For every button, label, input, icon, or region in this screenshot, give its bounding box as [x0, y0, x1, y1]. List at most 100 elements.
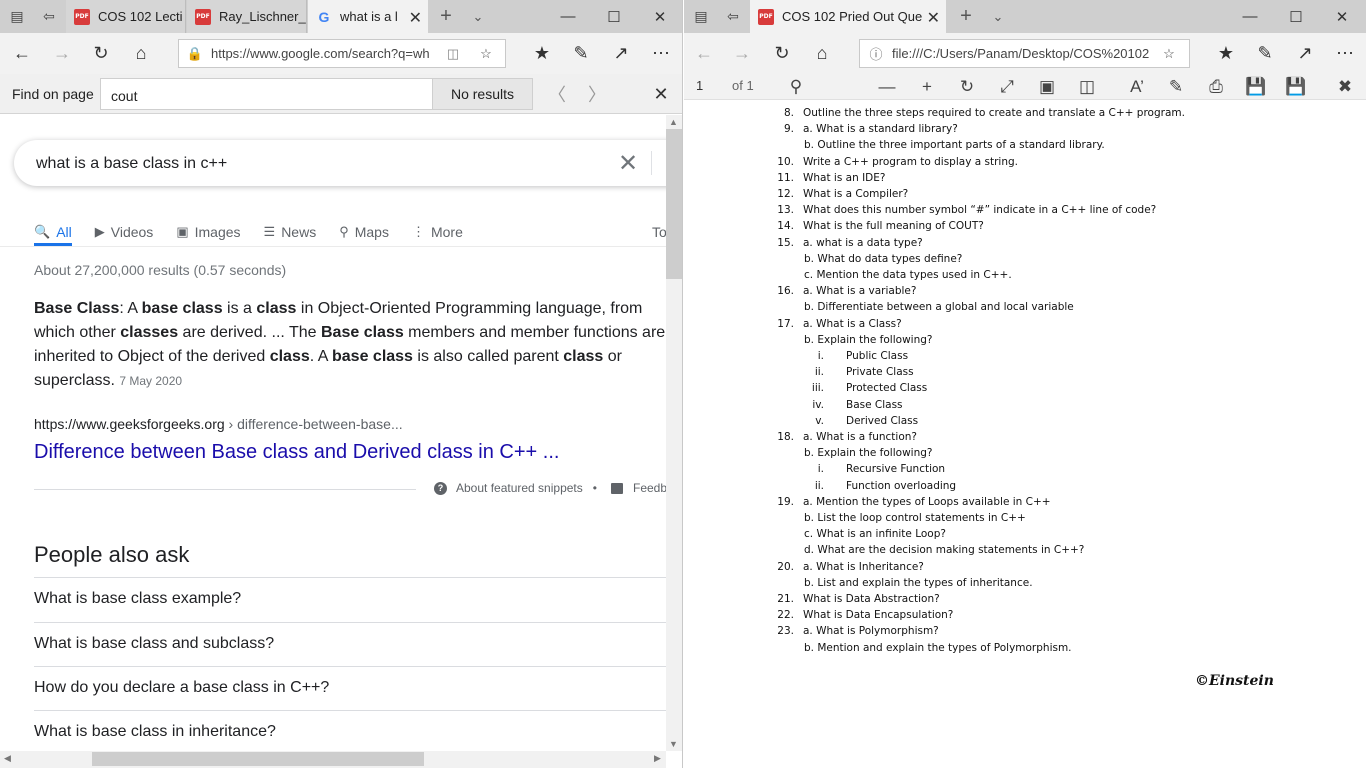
new-tab-icon[interactable]: +: [950, 0, 982, 33]
pen-icon[interactable]: ✎: [561, 33, 601, 74]
tab-images[interactable]: ▣ Images: [176, 217, 240, 247]
set-tabs-aside-icon[interactable]: ⇦: [32, 0, 66, 33]
close-tab-icon[interactable]: ✕: [409, 8, 422, 28]
snippet-date: 7 May 2020: [119, 374, 183, 388]
new-tab-icon[interactable]: +: [430, 0, 462, 33]
map-pin-icon: ⚲: [339, 224, 349, 239]
question-text: a. Mention the types of Loops available …: [803, 495, 1051, 508]
maximize-icon[interactable]: ☐: [591, 0, 637, 33]
tab-cos102-questions[interactable]: PDF COS 102 Pried Out Que ✕: [750, 0, 946, 33]
tab-list-chevron-icon[interactable]: ⌄: [462, 0, 494, 33]
print-icon[interactable]: ⎙: [1198, 74, 1234, 100]
scroll-up-icon[interactable]: ▲: [669, 117, 678, 127]
pin-toolbar-icon[interactable]: ✖: [1327, 74, 1363, 100]
question-number: v.: [815, 414, 824, 427]
reading-view-icon[interactable]: ◫: [435, 46, 471, 62]
rotate-icon[interactable]: ↻: [949, 74, 985, 100]
close-window-icon[interactable]: ✕: [637, 0, 682, 33]
home-icon[interactable]: ⌂: [121, 33, 161, 74]
tab-actions-icon[interactable]: ▤: [0, 0, 34, 33]
find-next-icon[interactable]: 〉: [579, 78, 615, 110]
tab-google-search[interactable]: G what is a l ✕: [308, 0, 428, 33]
zoom-out-icon[interactable]: —: [869, 74, 905, 100]
refresh-icon[interactable]: ↻: [762, 33, 802, 74]
draw-icon[interactable]: ✎: [1158, 74, 1194, 100]
question-text: Private Class: [846, 366, 914, 379]
paa-question[interactable]: What is base class in inheritance?: [34, 710, 666, 751]
zoom-in-icon[interactable]: +: [909, 74, 945, 100]
vertical-scrollbar[interactable]: ▲ ▼: [666, 115, 682, 751]
paa-question[interactable]: How do you declare a base class in C++?: [34, 666, 666, 710]
tab-videos[interactable]: ▶ Videos: [95, 217, 154, 247]
save-as-icon[interactable]: 💾: [1278, 74, 1314, 100]
paa-question[interactable]: What is base class example?: [34, 577, 666, 621]
back-icon[interactable]: ←: [684, 33, 724, 74]
find-previous-icon[interactable]: 〈: [539, 78, 575, 110]
close-tab-icon[interactable]: ✕: [927, 8, 940, 28]
favorite-star-icon[interactable]: ☆: [471, 46, 501, 62]
search-icon[interactable]: ⚲: [778, 74, 814, 100]
home-icon[interactable]: ⌂: [802, 33, 842, 74]
question-text: b. List and explain the types of inherit…: [804, 576, 1033, 589]
page-number-input[interactable]: 1: [696, 78, 703, 93]
question-text: d. What are the decision making statemen…: [804, 544, 1085, 557]
horizontal-scrollbar[interactable]: ◀ ▶: [0, 751, 666, 768]
share-icon[interactable]: ↗: [601, 33, 641, 74]
find-input[interactable]: cout: [100, 78, 433, 110]
search-tabs: 🔍 All ▶ Videos ▣ Images ☰ News ⚲ Maps ⋮ More: [34, 217, 486, 247]
find-result: No results: [433, 78, 533, 110]
set-tabs-aside-icon[interactable]: ⇦: [716, 0, 750, 33]
about-featured-snippets[interactable]: ? About featured snippets •: [434, 481, 597, 495]
tab-more[interactable]: ⋮ More: [412, 217, 463, 247]
back-icon[interactable]: ←: [2, 33, 42, 74]
feedback-link[interactable]: Feedb: [611, 481, 666, 495]
cite-domain: https://www.geeksforgeeks.org: [34, 416, 225, 432]
favorite-star-icon[interactable]: ☆: [1154, 46, 1184, 62]
snippet-text-part: . A: [309, 348, 332, 365]
scroll-thumb[interactable]: [92, 752, 424, 766]
favorites-icon[interactable]: ★: [1206, 33, 1246, 74]
scroll-right-icon[interactable]: ▶: [654, 753, 661, 764]
page-view-icon[interactable]: ◫: [1069, 74, 1105, 100]
maximize-icon[interactable]: ☐: [1273, 0, 1319, 33]
favorites-icon[interactable]: ★: [522, 33, 562, 74]
address-bar[interactable]: ⓘ file:///C:/Users/Panam/Desktop/COS%201…: [859, 39, 1190, 68]
tab-ray-lischner[interactable]: PDF Ray_Lischner_: [187, 0, 307, 33]
scroll-thumb[interactable]: [666, 129, 682, 279]
scroll-left-icon[interactable]: ◀: [4, 753, 11, 764]
forward-icon[interactable]: →: [42, 33, 82, 74]
minimize-icon[interactable]: —: [545, 0, 591, 33]
google-search-box[interactable]: what is a base class in c++ ✕: [14, 140, 666, 186]
result-link[interactable]: Difference between Base class and Derive…: [34, 441, 559, 464]
tab-label: Maps: [354, 224, 389, 240]
refresh-icon[interactable]: ↻: [81, 33, 121, 74]
more-icon[interactable]: ⋯: [641, 33, 681, 74]
pen-icon[interactable]: ✎: [1245, 33, 1285, 74]
tab-maps[interactable]: ⚲ Maps: [339, 217, 389, 247]
cite-path: › difference-between-base...: [224, 416, 403, 432]
tab-cos102-lecture[interactable]: PDF COS 102 Lecti: [66, 0, 186, 33]
minimize-icon[interactable]: —: [1227, 0, 1273, 33]
snippet-bold-text: class: [269, 348, 310, 365]
forward-icon[interactable]: →: [722, 33, 762, 74]
tools-button[interactable]: To: [652, 217, 666, 247]
share-icon[interactable]: ↗: [1285, 33, 1325, 74]
fit-page-icon[interactable]: ⤢: [989, 74, 1025, 100]
address-bar[interactable]: 🔒 https://www.google.com/search?q=wh ◫ ☆: [178, 39, 506, 68]
more-icon[interactable]: ⋯: [1325, 33, 1365, 74]
read-aloud-icon[interactable]: A’: [1119, 74, 1155, 100]
tab-news[interactable]: ☰ News: [264, 217, 317, 247]
find-close-icon[interactable]: ✕: [643, 78, 679, 110]
scroll-down-icon[interactable]: ▼: [669, 739, 678, 749]
image-icon: ▣: [176, 224, 189, 239]
snippet-text-part: : A: [119, 300, 142, 317]
more-vertical-icon: ⋮: [411, 224, 425, 239]
tab-list-chevron-icon[interactable]: ⌄: [982, 0, 1014, 33]
save-icon[interactable]: 💾: [1238, 74, 1274, 100]
clear-search-icon[interactable]: ✕: [618, 149, 638, 178]
close-window-icon[interactable]: ✕: [1319, 0, 1365, 33]
paa-question[interactable]: What is base class and subclass?: [34, 622, 666, 666]
full-screen-icon[interactable]: ▣: [1029, 74, 1065, 100]
tab-actions-icon[interactable]: ▤: [684, 0, 718, 33]
pdf-icon: PDF: [195, 8, 211, 25]
